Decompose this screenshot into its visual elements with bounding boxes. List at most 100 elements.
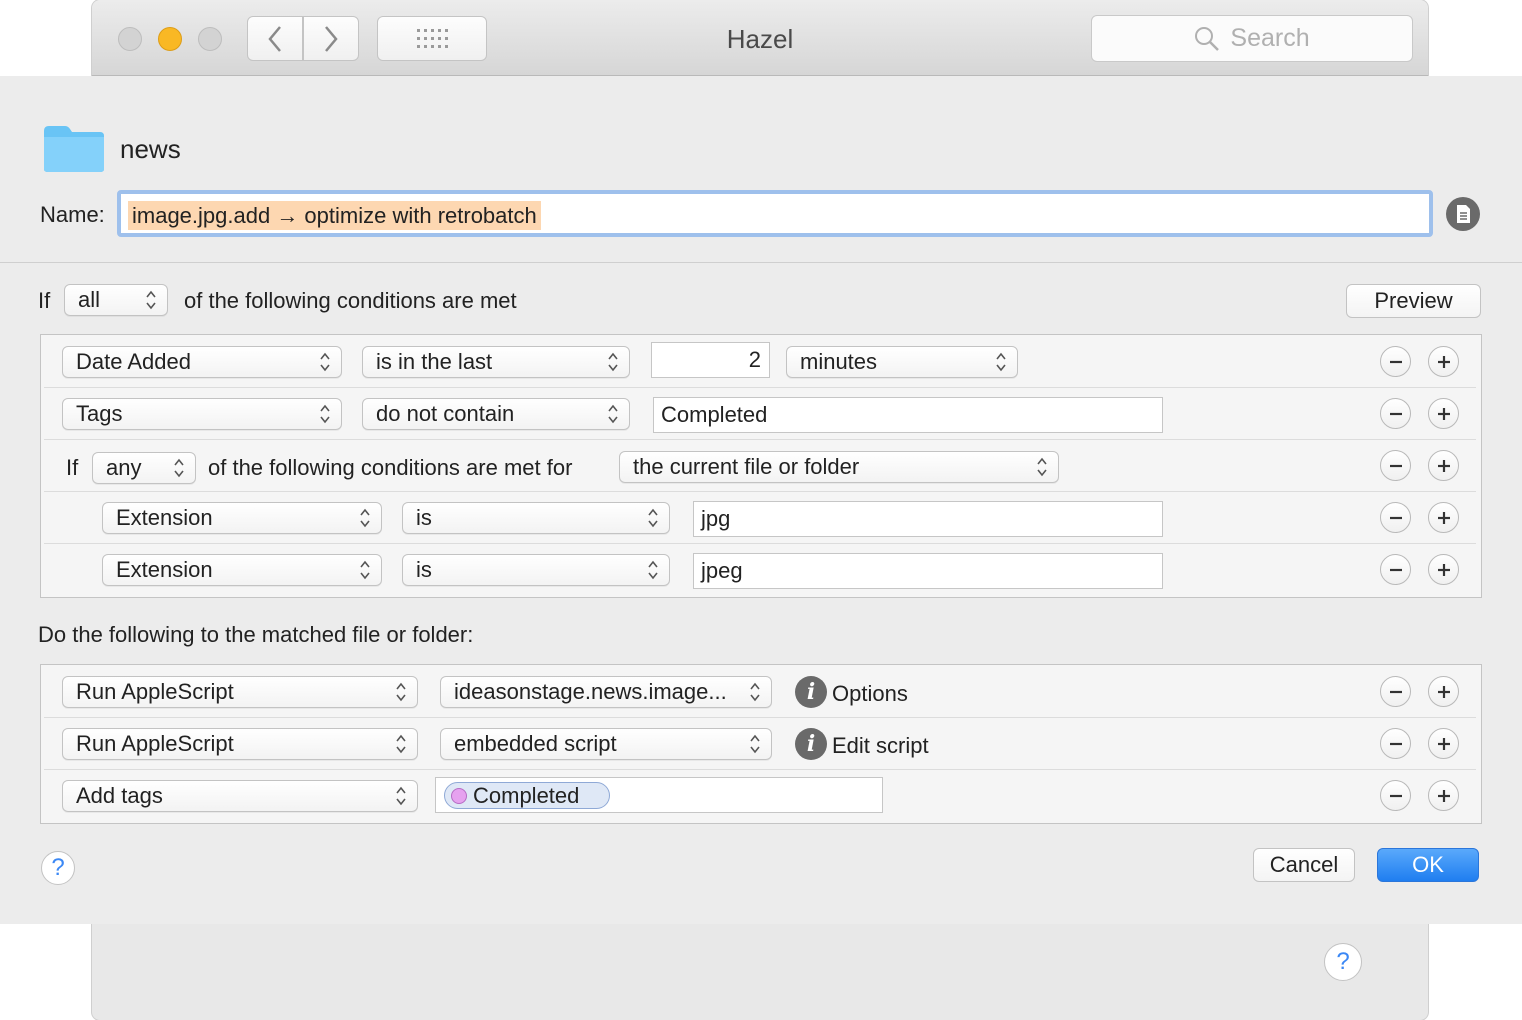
plus-icon [1437,737,1450,750]
info-icon[interactable]: i [795,728,827,760]
updown-arrows-icon [750,734,760,754]
nested-value-input[interactable]: jpg [693,501,1163,537]
conditions-suffix: of the following conditions are met [184,288,517,313]
updown-arrows-icon [360,508,370,528]
rule-notes-button[interactable] [1446,197,1480,231]
updown-arrows-icon [174,458,184,478]
nested-target-popup[interactable]: the current file or folder [619,451,1059,483]
nested-attribute-value: Extension [116,557,213,582]
match-all-value: all [78,287,101,312]
if-label: If [38,288,51,313]
remove-condition-button[interactable] [1380,398,1411,429]
options-link[interactable]: Options [832,681,908,707]
plus-icon [1437,789,1450,802]
plus-icon [1437,685,1450,698]
ok-button[interactable]: OK [1377,848,1479,882]
remove-action-button[interactable] [1380,780,1411,811]
tag-token[interactable]: Completed [444,782,610,809]
folder-name: news [120,134,181,164]
actions-heading: Do the following to the matched file or … [38,622,474,647]
rule-name-input[interactable]: image.jpg.add → optimize with retrobatch [117,190,1433,237]
search-input[interactable]: Search [1091,15,1413,62]
action-param-popup[interactable]: embedded script [440,728,772,760]
row-separator [44,543,1476,544]
forward-button[interactable] [303,16,359,61]
rule-name-value: image.jpg.add → optimize with retrobatch [128,201,541,230]
document-icon [1457,205,1470,223]
condition-operator-popup[interactable]: do not contain [362,398,630,430]
name-label: Name: [40,202,105,227]
preview-button[interactable]: Preview [1346,284,1481,318]
nested-value-input[interactable]: jpeg [693,553,1163,589]
remove-condition-button[interactable] [1380,346,1411,377]
action-type-popup[interactable]: Add tags [62,780,418,812]
condition-value-input[interactable]: 2 [651,342,770,378]
help-button[interactable]: ? [41,851,75,885]
nested-operator-popup[interactable]: is [402,554,670,586]
updown-arrows-icon [320,404,330,424]
close-window-button[interactable] [118,27,142,51]
updown-arrows-icon [648,560,658,580]
condition-operator-popup[interactable]: is in the last [362,346,630,378]
tag-color-dot [451,788,467,804]
add-condition-button[interactable] [1428,346,1459,377]
nested-conditions-suffix: of the following conditions are met for [208,455,573,480]
add-condition-button[interactable] [1428,450,1459,481]
nested-attribute-popup[interactable]: Extension [102,554,382,586]
plus-icon [1437,563,1450,576]
action-param-value: embedded script [454,731,617,756]
search-placeholder: Search [1230,24,1310,52]
nested-if-label: If [66,455,79,480]
remove-condition-button[interactable] [1380,502,1411,533]
condition-attribute-popup[interactable]: Tags [62,398,342,430]
remove-condition-button[interactable] [1380,554,1411,585]
zoom-window-button[interactable] [198,27,222,51]
condition-attribute-popup[interactable]: Date Added [62,346,342,378]
updown-arrows-icon [396,682,406,702]
condition-unit-popup[interactable]: minutes [786,346,1018,378]
action-type-popup[interactable]: Run AppleScript [62,728,418,760]
back-button[interactable] [247,16,303,61]
show-all-button[interactable] [377,16,487,61]
action-param-popup[interactable]: ideasonstage.news.image... [440,676,772,708]
match-all-popup[interactable]: all [64,284,168,316]
row-separator [44,439,1476,440]
add-action-button[interactable] [1428,780,1459,811]
row-separator [44,491,1476,492]
add-condition-button[interactable] [1428,502,1459,533]
minimize-window-button[interactable] [158,27,182,51]
chevron-left-icon [268,25,281,52]
updown-arrows-icon [750,682,760,702]
cancel-button[interactable]: Cancel [1253,848,1355,882]
plus-icon [1437,459,1450,472]
add-action-button[interactable] [1428,676,1459,707]
remove-action-button[interactable] [1380,728,1411,759]
search-icon [1195,26,1220,51]
minus-icon [1389,516,1402,519]
match-any-popup[interactable]: any [92,452,196,484]
minus-icon [1389,742,1402,745]
add-condition-button[interactable] [1428,398,1459,429]
nested-operator-value: is [416,557,432,582]
updown-arrows-icon [1037,457,1047,477]
remove-action-button[interactable] [1380,676,1411,707]
nested-attribute-popup[interactable]: Extension [102,502,382,534]
add-condition-button[interactable] [1428,554,1459,585]
updown-arrows-icon [360,560,370,580]
condition-value-input[interactable]: Completed [653,397,1163,433]
plus-icon [1437,511,1450,524]
nested-operator-popup[interactable]: is [402,502,670,534]
minus-icon [1389,412,1402,415]
updown-arrows-icon [996,352,1006,372]
action-type-value: Run AppleScript [76,731,234,756]
window-title: Hazel [726,24,794,54]
nested-operator-value: is [416,505,432,530]
plus-icon [1437,407,1450,420]
action-type-popup[interactable]: Run AppleScript [62,676,418,708]
info-icon[interactable]: i [795,676,827,708]
add-action-button[interactable] [1428,728,1459,759]
remove-condition-button[interactable] [1380,450,1411,481]
window-help-button[interactable]: ? [1324,943,1362,981]
edit-script-link[interactable]: Edit script [832,733,929,759]
folder-icon [44,126,104,172]
